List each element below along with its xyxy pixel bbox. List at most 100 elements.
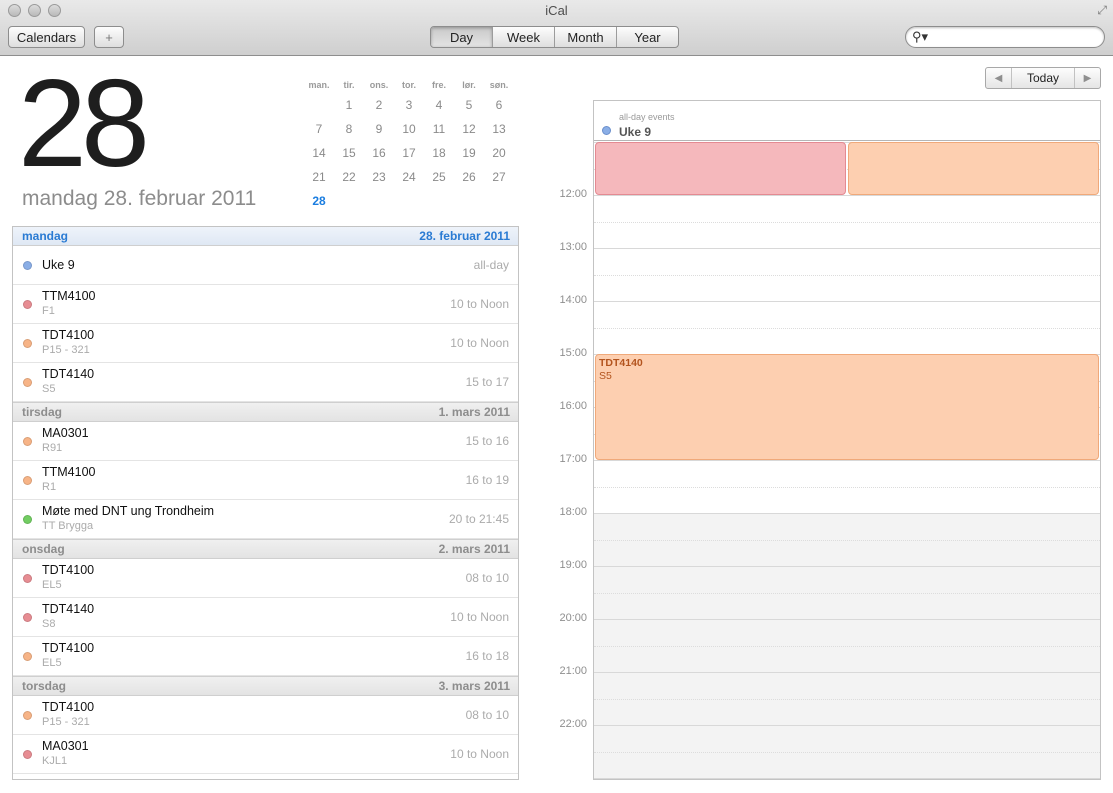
event-row[interactable]: Møte med DNT ung Trondheim TT Brygga 20 to…	[13, 500, 518, 539]
add-calendar-button[interactable]: +	[94, 26, 124, 48]
mini-calendar-day[interactable]: 27	[484, 170, 514, 184]
event-time: 10 to Noon	[450, 747, 509, 761]
tab-week[interactable]: Week	[493, 27, 555, 47]
event-time: 08 to 10	[465, 571, 509, 585]
hour-line	[594, 778, 1100, 779]
weekday-header: fre.	[431, 80, 446, 90]
event-time: 15 to 17	[465, 375, 509, 389]
day-date: 28. februar 2011	[419, 229, 510, 243]
mini-calendar-day[interactable]: 28	[304, 194, 334, 208]
day-name: torsdag	[22, 679, 67, 693]
event-title: TDT4100	[42, 641, 95, 655]
event-row[interactable]: TDT4100 EL5 16 to 18	[13, 637, 518, 676]
mini-calendar-day[interactable]: 4	[424, 98, 454, 112]
event-row[interactable]: MA0301 KJL1 10 to Noon	[13, 735, 518, 774]
event-row[interactable]: Uke 9 all-day	[13, 246, 518, 285]
half-hour-line	[594, 221, 1100, 223]
calendar-event-block[interactable]: TDT4140 S5	[595, 354, 1099, 460]
previous-day-icon[interactable]: ◀	[986, 68, 1012, 88]
mini-calendar-day[interactable]: 3	[394, 98, 424, 112]
mini-calendar-day[interactable]: 25	[424, 170, 454, 184]
window-title: iCal	[545, 3, 568, 18]
date-navigation: ◀ Today ▶	[985, 67, 1101, 89]
event-row[interactable]: TDT4100 P15 - 321 10 to Noon	[13, 324, 518, 363]
event-time: 10 to Noon	[450, 610, 509, 624]
day-name: onsdag	[22, 542, 65, 556]
mini-calendar-day[interactable]: 7	[304, 122, 334, 136]
mini-calendar-day[interactable]: 8	[334, 122, 364, 136]
hour-line	[594, 672, 1100, 673]
event-block-location: S5	[599, 370, 612, 382]
hour-line	[594, 248, 1100, 249]
mini-calendar-day[interactable]: 13	[484, 122, 514, 136]
mini-calendar-day[interactable]: 17	[394, 146, 424, 160]
calendar-event-block[interactable]	[848, 142, 1099, 195]
event-row[interactable]: TTM4100 F1 10 to Noon	[13, 285, 518, 324]
event-row[interactable]: TDT4140 S8 10 to Noon	[13, 598, 518, 637]
mini-calendar-day[interactable]: 15	[334, 146, 364, 160]
mini-calendar-day[interactable]: 14	[304, 146, 334, 160]
calendar-color-dot	[23, 613, 32, 622]
mini-calendar-day[interactable]: 18	[424, 146, 454, 160]
event-location: P15 - 321	[42, 344, 90, 356]
day-header: onsdag 2. mars 2011	[13, 539, 518, 559]
mini-calendar-day[interactable]: 26	[454, 170, 484, 184]
weekday-header: tir.	[343, 80, 355, 90]
hour-label: 18:00	[559, 506, 587, 518]
tab-year[interactable]: Year	[617, 27, 678, 47]
tab-month[interactable]: Month	[555, 27, 617, 47]
half-hour-line	[594, 486, 1100, 488]
calendar-event-block[interactable]	[595, 142, 846, 195]
mini-calendar-day[interactable]: 24	[394, 170, 424, 184]
mini-calendar-day[interactable]: 6	[484, 98, 514, 112]
selected-day-number: 28	[18, 55, 150, 193]
day-date: 1. mars 2011	[438, 405, 510, 419]
event-location: KJL1	[42, 755, 68, 767]
mini-calendar-day[interactable]: 11	[424, 122, 454, 136]
half-hour-line	[594, 327, 1100, 329]
hour-label: 17:00	[559, 453, 587, 465]
event-title: TDT4100	[42, 700, 95, 714]
mini-calendar-day[interactable]: 2	[364, 98, 394, 112]
event-time: 16 to 19	[465, 473, 509, 487]
mini-calendar-day[interactable]: 21	[304, 170, 334, 184]
mini-calendar-day[interactable]: 22	[334, 170, 364, 184]
event-row[interactable]: TDT4140 S5 15 to 17	[13, 363, 518, 402]
calendar-color-dot	[23, 378, 32, 387]
next-day-icon[interactable]: ▶	[1074, 68, 1100, 88]
hour-line	[594, 619, 1100, 620]
calendar-color-dot	[23, 339, 32, 348]
event-time: 10 to Noon	[450, 336, 509, 350]
mini-calendar-day[interactable]: 10	[394, 122, 424, 136]
event-time: 08 to 10	[465, 708, 509, 722]
mini-calendar-day[interactable]: 23	[364, 170, 394, 184]
event-row[interactable]: MA0301 R91 15 to 16	[13, 422, 518, 461]
today-button[interactable]: Today	[1012, 68, 1074, 88]
event-block-title: TDT4140	[599, 357, 643, 369]
mini-calendar-day[interactable]: 9	[364, 122, 394, 136]
half-hour-line	[594, 751, 1100, 753]
mini-calendar-day[interactable]: 19	[454, 146, 484, 160]
event-row[interactable]: TDT4100 EL5 08 to 10	[13, 559, 518, 598]
event-row[interactable]: TDT4100 P15 - 321 08 to 10	[13, 696, 518, 735]
tab-day[interactable]: Day	[431, 27, 493, 47]
all-day-event-title[interactable]: Uke 9	[619, 125, 651, 139]
mini-calendar-day[interactable]: 12	[454, 122, 484, 136]
event-location: R1	[42, 481, 57, 493]
calendars-button[interactable]: Calendars	[8, 26, 85, 48]
event-row[interactable]: TTM4100 R1 16 to 19	[13, 461, 518, 500]
hour-label: 12:00	[559, 188, 587, 200]
event-title: Møte med DNT ung Trondheim	[42, 504, 215, 518]
mini-calendar-day[interactable]: 1	[334, 98, 364, 112]
mini-calendar-day[interactable]: 5	[454, 98, 484, 112]
day-name: mandag	[22, 229, 69, 243]
half-hour-line	[594, 592, 1100, 594]
search-field[interactable]: ⚲▾	[905, 26, 1105, 48]
fullscreen-icon[interactable]: ⤢	[1097, 3, 1107, 18]
mini-calendar-day[interactable]: 16	[364, 146, 394, 160]
mini-calendar-day[interactable]: 20	[484, 146, 514, 160]
weekday-header: tor.	[401, 80, 416, 90]
search-input[interactable]	[932, 29, 1097, 45]
search-icon[interactable]: ⚲▾	[912, 29, 928, 45]
event-location: S8	[42, 618, 56, 630]
